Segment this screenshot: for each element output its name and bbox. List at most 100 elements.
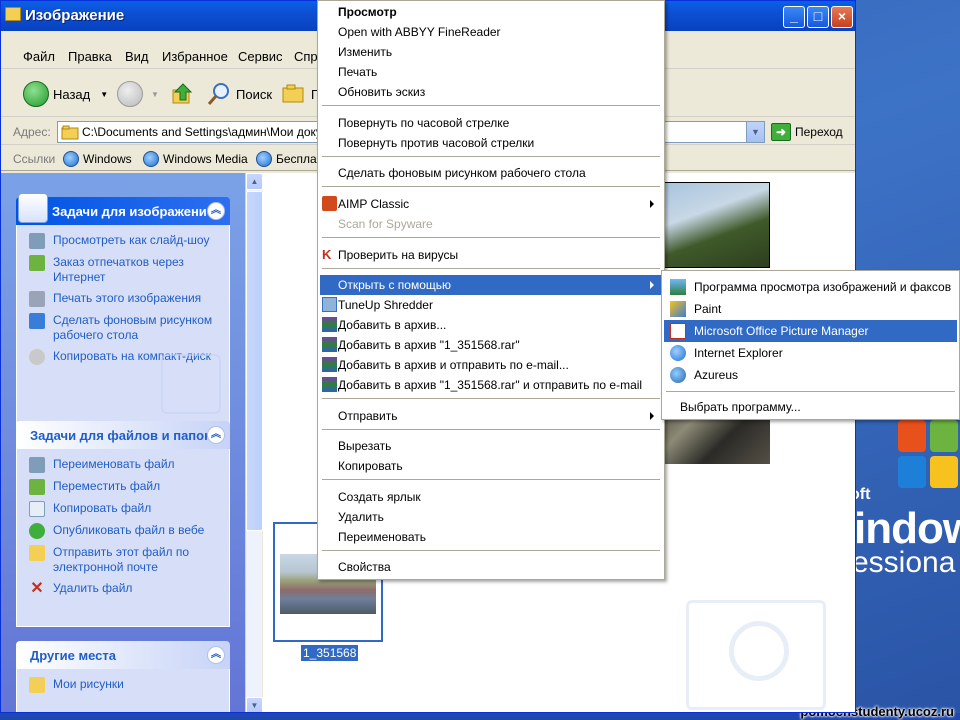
place-my-pictures[interactable]: Мои рисунки (29, 677, 223, 693)
menu-item-open-with[interactable]: Открыть с помощью (320, 275, 662, 295)
selected-file-label[interactable]: 1_351568 (301, 645, 359, 661)
menu-item-virus-scan[interactable]: K Проверить на вирусы (320, 245, 662, 265)
menu-item-label: AIMP Classic (338, 197, 410, 211)
task-order-prints[interactable]: Заказ отпечатков через Интернет (29, 255, 223, 285)
open-with-submenu: Программа просмотра изображений и факсов… (661, 270, 960, 420)
menu-item-label: Отправить (338, 409, 398, 423)
other-places-header[interactable]: Другие места ︽ (16, 641, 230, 669)
menu-item-label: Открыть с помощью (338, 278, 452, 292)
menu-separator (322, 398, 660, 399)
menu-item-properties[interactable]: Свойства (320, 557, 662, 577)
submenu-item-choose-program[interactable]: Выбрать программу... (664, 396, 957, 418)
menu-tools[interactable]: Сервис (238, 49, 283, 64)
menu-item-copy[interactable]: Копировать (320, 456, 662, 476)
minimize-button[interactable]: _ (783, 6, 805, 28)
menu-separator (322, 429, 660, 430)
submenu-item-label: Azureus (694, 368, 739, 382)
menu-separator (322, 550, 660, 551)
task-delete[interactable]: ✕ Удалить файл (29, 581, 223, 597)
task-set-wallpaper[interactable]: Сделать фоновым рисунком рабочего стола (29, 313, 223, 343)
menu-item-tuneup-shredder[interactable]: TuneUp Shredder (320, 295, 662, 315)
menu-item-abbyy[interactable]: Open with ABBYY FineReader (320, 22, 662, 42)
address-label: Адрес: (13, 125, 51, 139)
submenu-item-label: Microsoft Office Picture Manager (694, 324, 869, 338)
task-move[interactable]: Переместить файл (29, 479, 223, 495)
folders-button[interactable]: П (281, 79, 320, 109)
task-publish[interactable]: Опубликовать файл в вебе (29, 523, 223, 539)
back-label: Назад (53, 86, 91, 102)
back-button[interactable]: Назад ▼ (23, 79, 108, 109)
image-tasks-title: Задачи для изображени (52, 204, 207, 219)
slideshow-icon (29, 233, 45, 249)
menu-item-edit[interactable]: Изменить (320, 42, 662, 62)
link-windows-media[interactable]: Windows Media (143, 151, 248, 167)
globe-icon (29, 255, 45, 271)
chevron-up-icon[interactable]: ︽ (207, 426, 225, 444)
chevron-up-icon[interactable]: ︽ (207, 646, 225, 664)
menu-item-create-shortcut[interactable]: Создать ярлык (320, 487, 662, 507)
forward-button[interactable]: ▼ (117, 79, 159, 109)
scroll-up-button[interactable]: ▲ (246, 173, 263, 190)
menu-item-rotate-ccw[interactable]: Повернуть против часовой стрелки (320, 133, 662, 153)
submenu-item-internet-explorer[interactable]: Internet Explorer (664, 342, 957, 364)
task-print[interactable]: Печать этого изображения (29, 291, 223, 307)
image-tasks-header[interactable]: Задачи для изображени ︽ (16, 193, 230, 225)
chevron-up-icon[interactable]: ︽ (207, 202, 225, 220)
chevron-down-icon[interactable]: ▼ (100, 90, 108, 99)
menu-item-rotate-cw[interactable]: Повернуть по часовой стрелке (320, 113, 662, 133)
task-label: Мои рисунки (53, 677, 124, 691)
menu-edit[interactable]: Правка (68, 49, 112, 64)
up-button[interactable] (171, 79, 193, 109)
file-tasks-header[interactable]: Задачи для файлов и папок ︽ (16, 421, 230, 449)
menu-favorites[interactable]: Избранное (162, 49, 228, 64)
menu-item-print[interactable]: Печать (320, 62, 662, 82)
paint-icon (670, 301, 686, 317)
menu-item-add-archive[interactable]: Добавить в архив... (320, 315, 662, 335)
task-slideshow[interactable]: Просмотреть как слайд-шоу (29, 233, 223, 249)
submenu-item-azureus[interactable]: Azureus (664, 364, 957, 386)
chevron-down-icon[interactable]: ▼ (151, 90, 159, 99)
menu-item-add-archive-named[interactable]: Добавить в архив "1_351568.rar" (320, 335, 662, 355)
go-button[interactable]: ➜ Переход (771, 123, 843, 141)
submenu-item-label: Internet Explorer (694, 346, 783, 360)
menu-item-cut[interactable]: Вырезать (320, 436, 662, 456)
go-label: Переход (795, 125, 843, 139)
menu-item-aimp[interactable]: AIMP Classic (320, 194, 662, 214)
menu-separator (322, 105, 660, 106)
menu-item-refresh-thumbnail[interactable]: Обновить эскиз (320, 82, 662, 102)
task-rename[interactable]: Переименовать файл (29, 457, 223, 473)
task-copy[interactable]: Копировать файл (29, 501, 223, 517)
image-thumbnail[interactable] (664, 182, 770, 268)
menu-item-preview[interactable]: Просмотр (320, 2, 662, 22)
menu-item-add-archive-email[interactable]: Добавить в архив и отправить по e-mail..… (320, 355, 662, 375)
task-email[interactable]: Отправить этот файл по электронной почте (29, 545, 223, 575)
window-title: Изображение (25, 7, 125, 24)
back-arrow-icon (23, 81, 49, 107)
menu-item-set-wallpaper[interactable]: Сделать фоновым рисунком рабочего стола (320, 163, 662, 183)
printer-icon (29, 291, 45, 307)
maximize-button[interactable]: □ (807, 6, 829, 28)
menu-item-send-to[interactable]: Отправить (320, 406, 662, 426)
link-windows[interactable]: Windows (63, 151, 132, 167)
link-free[interactable]: Беспла (256, 151, 317, 167)
shredder-icon (322, 297, 337, 312)
search-button[interactable]: Поиск (206, 79, 272, 109)
submenu-item-paint[interactable]: Paint (664, 298, 957, 320)
other-places-body: Мои рисунки (16, 669, 230, 712)
menu-item-delete[interactable]: Удалить (320, 507, 662, 527)
submenu-item-image-viewer[interactable]: Программа просмотра изображений и факсов (664, 276, 957, 298)
close-button[interactable]: × (831, 6, 853, 28)
winrar-icon (322, 357, 337, 372)
menu-separator (666, 391, 955, 392)
scroll-thumb[interactable] (246, 191, 263, 531)
context-menu: Просмотр Open with ABBYY FineReader Изме… (317, 0, 665, 580)
scroll-down-button[interactable]: ▼ (246, 697, 263, 712)
menu-file[interactable]: Файл (23, 49, 55, 64)
menu-view[interactable]: Вид (125, 49, 149, 64)
go-arrow-icon: ➜ (771, 123, 791, 141)
task-pane-scrollbar[interactable]: ▲ ▼ (245, 173, 263, 712)
menu-item-add-archive-named-email[interactable]: Добавить в архив "1_351568.rar" и отправ… (320, 375, 662, 395)
address-dropdown-button[interactable]: ▼ (746, 122, 764, 142)
menu-item-rename[interactable]: Переименовать (320, 527, 662, 547)
submenu-item-picture-manager[interactable]: Microsoft Office Picture Manager (664, 320, 957, 342)
